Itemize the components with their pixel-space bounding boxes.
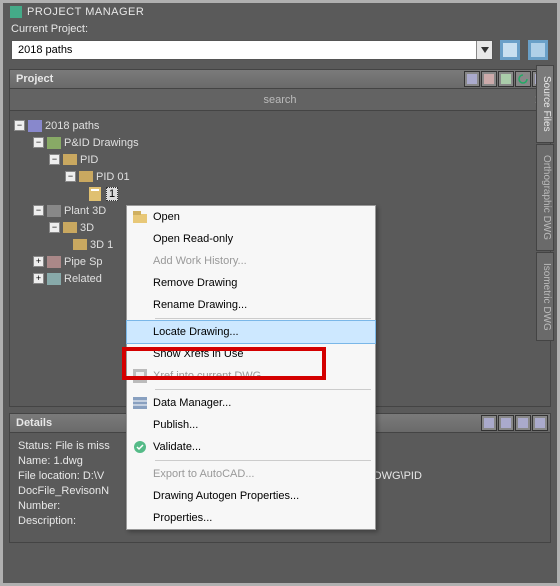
menu-item-drawing-autogen-properties[interactable]: Drawing Autogen Properties... bbox=[127, 485, 375, 507]
menu-item-remove-drawing[interactable]: Remove Drawing bbox=[127, 272, 375, 294]
menu-item-label: Validate... bbox=[153, 441, 375, 453]
menu-item-label: Remove Drawing bbox=[153, 277, 375, 289]
expand-toggle[interactable]: − bbox=[33, 205, 44, 216]
location-label: File location: bbox=[18, 470, 80, 482]
side-tab-source-files[interactable]: Source Files bbox=[536, 65, 554, 143]
expand-toggle[interactable]: − bbox=[49, 154, 60, 165]
menu-separator bbox=[155, 318, 371, 319]
folder-icon bbox=[73, 238, 87, 252]
expand-toggle[interactable]: − bbox=[33, 137, 44, 148]
menu-item-label: Open bbox=[153, 211, 375, 223]
plant3d-icon bbox=[47, 204, 61, 218]
app-icon bbox=[9, 5, 23, 19]
menu-item-label: Publish... bbox=[153, 419, 375, 431]
folder-icon bbox=[63, 221, 77, 235]
expand-toggle[interactable]: − bbox=[49, 222, 60, 233]
project-header-icon-2[interactable] bbox=[481, 71, 497, 87]
current-project-value: 2018 paths bbox=[12, 44, 476, 56]
menu-item-data-manager[interactable]: Data Manager... bbox=[127, 392, 375, 414]
menu-item-label: Add Work History... bbox=[153, 255, 375, 267]
drawings-icon bbox=[47, 136, 61, 150]
menu-item-xref-into-current-dwg: Xref into current DWG bbox=[127, 365, 375, 387]
expand-toggle[interactable]: − bbox=[65, 171, 76, 182]
side-tabs: Source Files Orthographic DWG Isometric … bbox=[536, 65, 554, 342]
search-input[interactable]: search ✕ bbox=[10, 89, 550, 111]
tree-pid-drawings[interactable]: − P&ID Drawings bbox=[14, 134, 546, 151]
project-panel-title: Project bbox=[10, 73, 464, 85]
folder-open-icon bbox=[127, 211, 153, 223]
current-project-label: Current Project: bbox=[3, 21, 557, 37]
menu-item-label: Open Read-only bbox=[153, 233, 375, 245]
pipespecs-icon bbox=[47, 255, 61, 269]
tree-item-1[interactable]: 1 bbox=[14, 185, 546, 202]
xref-icon bbox=[127, 369, 153, 383]
tree-root[interactable]: − 2018 paths bbox=[14, 117, 546, 134]
side-tab-isometric[interactable]: Isometric DWG bbox=[536, 252, 554, 342]
name-label: Name: bbox=[18, 455, 50, 467]
details-icon-3[interactable] bbox=[515, 415, 531, 431]
menu-item-show-xrefs-in-use[interactable]: Show Xrefs in Use bbox=[127, 343, 375, 365]
menu-separator bbox=[155, 389, 371, 390]
menu-item-validate[interactable]: Validate... bbox=[127, 436, 375, 458]
menu-item-label: Locate Drawing... bbox=[153, 326, 375, 338]
status-label: Status: bbox=[18, 440, 52, 452]
search-placeholder: search bbox=[263, 94, 296, 106]
details-icon-2[interactable] bbox=[498, 415, 514, 431]
current-project-dropdown[interactable]: 2018 paths bbox=[11, 40, 493, 60]
project-header-icon-1[interactable] bbox=[464, 71, 480, 87]
menu-item-label: Properties... bbox=[153, 512, 375, 524]
toolbar-icon-1[interactable] bbox=[499, 39, 521, 61]
status-value: File is miss bbox=[55, 440, 109, 452]
validate-icon bbox=[127, 440, 153, 454]
side-tab-orthographic[interactable]: Orthographic DWG bbox=[536, 144, 554, 251]
expand-toggle[interactable]: − bbox=[14, 120, 25, 131]
expand-toggle[interactable]: + bbox=[33, 256, 44, 267]
project-icon bbox=[28, 119, 42, 133]
expand-toggle[interactable]: + bbox=[33, 273, 44, 284]
window-title: PROJECT MANAGER bbox=[27, 6, 144, 18]
menu-item-add-work-history: Add Work History... bbox=[127, 250, 375, 272]
menu-item-label: Export to AutoCAD... bbox=[153, 468, 375, 480]
project-header-refresh-icon[interactable] bbox=[515, 71, 531, 87]
tree-pid01[interactable]: − PID 01 bbox=[14, 168, 546, 185]
dwg-icon bbox=[89, 187, 103, 201]
menu-item-open[interactable]: Open bbox=[127, 206, 375, 228]
menu-item-label: Drawing Autogen Properties... bbox=[153, 490, 375, 502]
tree-pid[interactable]: − PID bbox=[14, 151, 546, 168]
menu-item-locate-drawing[interactable]: Locate Drawing... bbox=[127, 321, 375, 343]
context-menu: Open Open Read-only Add Work History... Rem… bbox=[126, 205, 376, 530]
menu-item-label: Show Xrefs in Use bbox=[153, 348, 375, 360]
menu-item-label: Data Manager... bbox=[153, 397, 375, 409]
menu-item-properties[interactable]: Properties... bbox=[127, 507, 375, 529]
menu-separator bbox=[155, 460, 371, 461]
location-value-left: D:\V bbox=[83, 470, 104, 482]
menu-item-label: Rename Drawing... bbox=[153, 299, 375, 311]
folder-icon bbox=[79, 170, 93, 184]
menu-item-open-read-only[interactable]: Open Read-only bbox=[127, 228, 375, 250]
name-value: 1.dwg bbox=[53, 455, 82, 467]
chevron-down-icon[interactable] bbox=[476, 41, 492, 59]
data-manager-icon bbox=[127, 397, 153, 409]
menu-item-rename-drawing[interactable]: Rename Drawing... bbox=[127, 294, 375, 316]
menu-item-publish[interactable]: Publish... bbox=[127, 414, 375, 436]
menu-item-export-to-autocad: Export to AutoCAD... bbox=[127, 463, 375, 485]
details-icon-4[interactable] bbox=[532, 415, 548, 431]
project-panel-header: Project bbox=[9, 69, 551, 89]
toolbar-icon-2[interactable] bbox=[527, 39, 549, 61]
related-icon bbox=[47, 272, 61, 286]
menu-item-label: Xref into current DWG bbox=[153, 370, 375, 382]
project-header-icon-3[interactable] bbox=[498, 71, 514, 87]
details-icon-1[interactable] bbox=[481, 415, 497, 431]
folder-icon bbox=[63, 153, 77, 167]
